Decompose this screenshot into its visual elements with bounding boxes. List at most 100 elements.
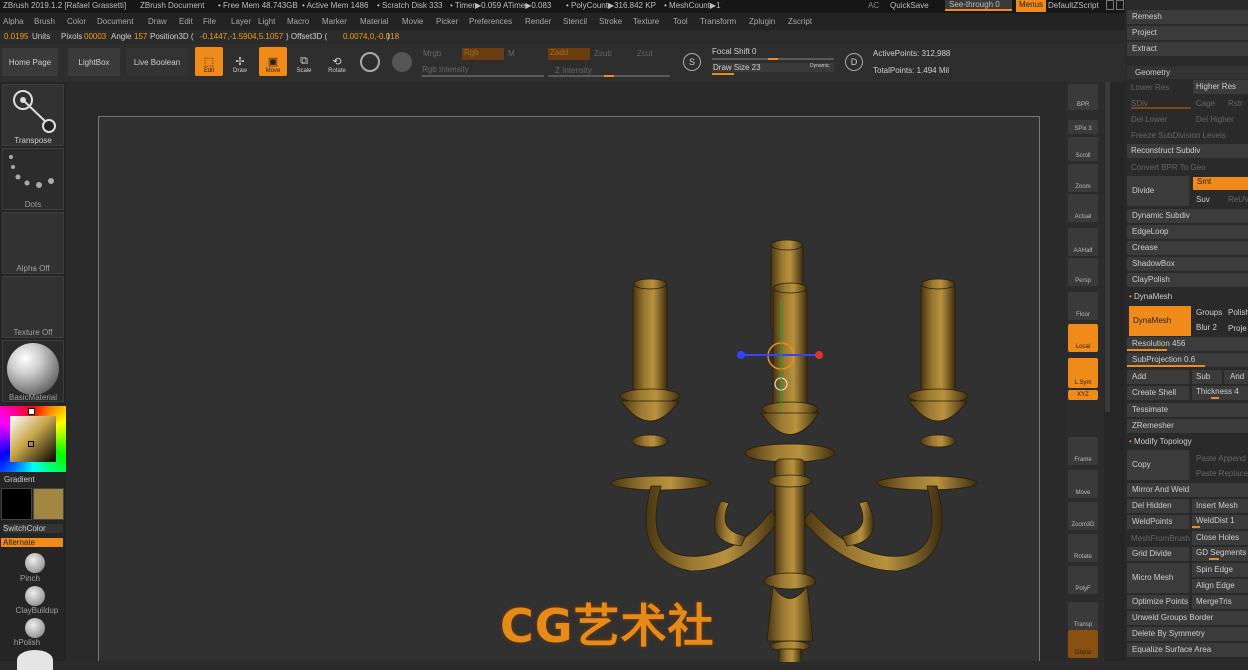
groups-toggle[interactable]: Groups [1196, 308, 1222, 317]
tool-ghost[interactable]: Ghost [1068, 630, 1098, 658]
rstr-button[interactable]: Rstr [1228, 99, 1243, 108]
insert-mesh-button[interactable]: Insert Mesh [1192, 499, 1248, 513]
claybuildup-brush-icon[interactable] [25, 586, 45, 606]
mirror-weld-button[interactable]: Mirror And Weld [1127, 483, 1248, 497]
grid-divide-button[interactable]: Grid Divide [1127, 547, 1189, 561]
zremesher-header[interactable]: ZRemesher [1127, 419, 1248, 433]
tool-frame[interactable]: Frame [1068, 437, 1098, 465]
tool-persp[interactable]: Persp [1068, 258, 1098, 286]
menu-preferences[interactable]: Preferences [469, 17, 512, 26]
gradient-sphere-icon[interactable] [392, 52, 412, 72]
menu-alpha[interactable]: Alpha [3, 17, 23, 26]
menu-picker[interactable]: Picker [436, 17, 458, 26]
micro-mesh-button[interactable]: Micro Mesh [1127, 563, 1189, 593]
menu-material[interactable]: Material [360, 17, 388, 26]
polish-toggle[interactable]: Polish [1228, 308, 1248, 317]
m-toggle[interactable]: M [508, 49, 515, 58]
home-page-button[interactable]: Home Page [2, 48, 58, 76]
hpolish-brush-icon[interactable] [25, 618, 45, 638]
project-button[interactable]: Project [1127, 26, 1248, 40]
color-picker[interactable] [0, 406, 66, 472]
crease-header[interactable]: Crease [1127, 241, 1248, 255]
smt-toggle[interactable]: Smt [1193, 177, 1248, 190]
tool-polyf[interactable]: PolyF [1068, 566, 1098, 594]
geometry-header[interactable]: Geometry [1127, 66, 1248, 79]
copy-button[interactable]: Copy [1127, 450, 1189, 480]
material-sphere-icon[interactable] [360, 52, 380, 72]
menu-document[interactable]: Document [97, 17, 133, 26]
tool-floor[interactable]: Floor [1068, 292, 1098, 320]
menu-movie[interactable]: Movie [402, 17, 423, 26]
cage-button[interactable]: Cage [1196, 99, 1215, 108]
suv-toggle[interactable]: Suv [1196, 195, 1210, 204]
menu-color[interactable]: Color [67, 17, 86, 26]
add-button[interactable]: Add [1127, 370, 1189, 384]
candelabra-model[interactable] [99, 117, 1041, 664]
edgeloop-header[interactable]: EdgeLoop [1127, 225, 1248, 239]
reuv-toggle[interactable]: ReUV [1228, 195, 1248, 204]
color-square[interactable] [10, 416, 56, 462]
del-hidden-button[interactable]: Del Hidden [1127, 499, 1189, 513]
lightbox-button[interactable]: LightBox [68, 48, 120, 76]
menu-light[interactable]: Light [258, 17, 275, 26]
tool-zoom3d[interactable]: Zoom3D [1068, 502, 1098, 530]
tool-spix-3[interactable]: SPix 3 [1068, 120, 1098, 134]
menu-file[interactable]: File [203, 17, 216, 26]
primary-color-swatch[interactable] [33, 488, 64, 520]
del-lower-button[interactable]: Del Lower [1131, 115, 1167, 124]
menu-brush[interactable]: Brush [34, 17, 55, 26]
menu-macro[interactable]: Macro [287, 17, 309, 26]
lower-res-button[interactable]: Lower Res [1131, 83, 1169, 92]
project-toggle[interactable]: Proje [1228, 324, 1247, 333]
tessimate-header[interactable]: Tessimate [1127, 403, 1248, 417]
menu-tool[interactable]: Tool [673, 17, 688, 26]
align-edge-button[interactable]: Align Edge [1192, 579, 1248, 593]
freeze-subdiv-button[interactable]: Freeze SubDivision Levels [1131, 131, 1226, 140]
tool-bpr[interactable]: BPR [1068, 84, 1098, 110]
quicksave-button[interactable]: QuickSave [890, 1, 929, 10]
next-brush-icon[interactable] [17, 650, 53, 670]
dynamic-toggle[interactable]: Dynamic [810, 63, 829, 69]
menu-zscript[interactable]: Zscript [788, 17, 812, 26]
higher-res-button[interactable]: Higher Res [1193, 80, 1248, 94]
tool-l-sym[interactable]: L.Sym [1068, 358, 1098, 388]
mrgb-toggle[interactable]: Mrgb [423, 49, 441, 58]
tool-scroll[interactable]: Scroll [1068, 137, 1098, 161]
tool-zoom[interactable]: Zoom [1068, 164, 1098, 192]
create-shell-button[interactable]: Create Shell [1127, 386, 1189, 400]
spin-edge-button[interactable]: Spin Edge [1192, 563, 1248, 577]
claypolish-header[interactable]: ClayPolish [1127, 273, 1248, 287]
paste-replace-button[interactable]: Paste Replace [1196, 469, 1248, 478]
hue-marker[interactable] [28, 408, 35, 415]
document-canvas[interactable] [98, 116, 1041, 664]
menu-transform[interactable]: Transform [700, 17, 736, 26]
xyz-toggle[interactable]: XYZ [1068, 390, 1098, 400]
del-higher-button[interactable]: Del Higher [1196, 115, 1234, 124]
tool-local[interactable]: Local [1068, 324, 1098, 352]
blur-slider[interactable]: Blur 2 [1196, 323, 1217, 332]
menu-render[interactable]: Render [525, 17, 551, 26]
zsub-toggle[interactable]: Zsub [594, 49, 612, 58]
weldpoints-button[interactable]: WeldPoints [1127, 515, 1189, 529]
rgb-toggle[interactable]: Rgb [462, 48, 504, 60]
meshfrombrush-button[interactable]: MeshFromBrush [1131, 534, 1190, 543]
alternate-button[interactable]: Alternate [1, 538, 63, 547]
scale-button[interactable]: ⧉ Scale [290, 47, 318, 76]
zadd-toggle[interactable]: Zadd [548, 48, 590, 60]
divide-button[interactable]: Divide [1127, 176, 1189, 206]
mergetris-button[interactable]: MergeTris [1192, 595, 1248, 609]
layout-icon[interactable] [1116, 0, 1124, 10]
and-button[interactable]: And [1224, 370, 1248, 384]
default-zscript-button[interactable]: DefaultZScript [1048, 1, 1099, 10]
menus-button[interactable]: Menus [1016, 0, 1047, 12]
sub-button[interactable]: Sub [1192, 370, 1222, 384]
rotate-button[interactable]: ⟲ Rotate [323, 47, 351, 76]
menu-stencil[interactable]: Stencil [563, 17, 587, 26]
zcut-toggle[interactable]: Zcut [637, 49, 653, 58]
extract-button[interactable]: Extract [1127, 42, 1248, 56]
close-holes-button[interactable]: Close Holes [1192, 531, 1248, 545]
pinch-brush-icon[interactable] [25, 553, 45, 573]
edit-button[interactable]: ⬚ Edit [195, 47, 223, 76]
tool-rotate[interactable]: Rotate [1068, 534, 1098, 562]
color-marker[interactable] [28, 441, 34, 447]
